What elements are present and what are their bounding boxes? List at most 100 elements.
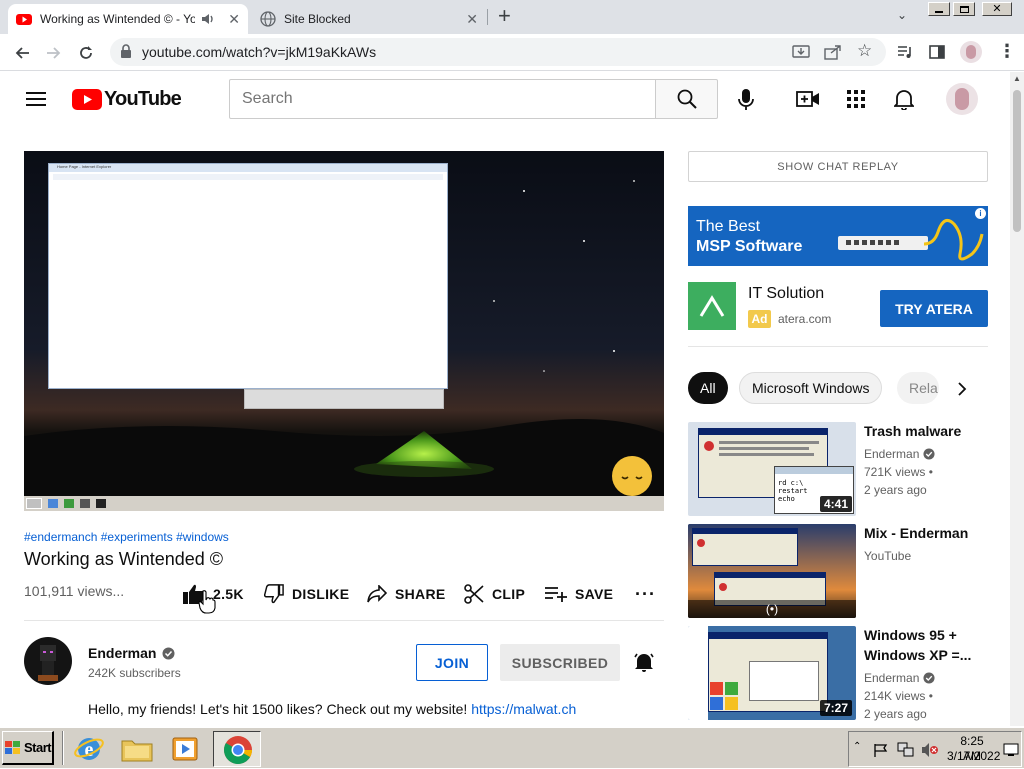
website-link[interactable]: https://malwat.ch (471, 701, 576, 717)
video-title[interactable]: Windows 95 + Windows XP =... (864, 625, 984, 665)
video-title[interactable]: Trash malware (864, 421, 961, 441)
reload-button[interactable] (74, 41, 98, 65)
back-button[interactable] (10, 41, 34, 65)
ad-banner[interactable]: The Best MSP Software i (688, 206, 988, 266)
microphone-icon[interactable] (738, 89, 754, 111)
tab-youtube[interactable]: Working as Wintended © - YouTube ✕ (8, 4, 248, 34)
network-icon[interactable] (897, 742, 915, 758)
volume-muted-icon[interactable] (921, 742, 939, 758)
show-desktop-icon[interactable] (1003, 743, 1019, 757)
close-window-button[interactable]: ✕ (982, 2, 1012, 16)
channel-avatar[interactable] (24, 637, 72, 685)
windows-explorer-icon[interactable] (121, 736, 153, 762)
scrollbar-thumb[interactable] (1013, 90, 1021, 232)
video-channel[interactable]: Enderman (864, 445, 919, 463)
audio-playing-icon[interactable] (201, 12, 215, 26)
scissors-icon (464, 584, 484, 604)
hamburger-menu-icon[interactable] (26, 91, 46, 107)
install-app-icon[interactable] (792, 44, 810, 60)
tab-site-blocked[interactable]: Site Blocked ✕ (252, 4, 486, 34)
ad-info-icon[interactable]: i (975, 208, 986, 219)
video-channel-row: Enderman (864, 669, 935, 687)
close-tab-icon[interactable]: ✕ (228, 11, 240, 28)
apps-grid-icon[interactable] (847, 90, 865, 108)
chrome-taskbar-button[interactable] (213, 731, 261, 767)
media-player-icon[interactable] (171, 735, 199, 763)
divider (688, 346, 988, 347)
subscriber-count: 242K subscribers (88, 666, 181, 680)
show-chat-replay-button[interactable]: SHOW CHAT REPLAY (688, 151, 988, 182)
like-count: 2.5K (213, 586, 244, 602)
view-count[interactable]: 101,911 views... (24, 583, 124, 599)
new-tab-button[interactable]: + (498, 5, 511, 27)
mix-thumbnail[interactable]: (•) (688, 524, 856, 618)
scroll-up-icon[interactable]: ▲ (1013, 74, 1021, 83)
account-avatar[interactable] (946, 83, 978, 115)
video-title[interactable]: Mix - Enderman (864, 523, 968, 543)
create-video-icon[interactable] (796, 90, 820, 108)
dialog-remnant (244, 389, 444, 409)
video-thumbnail[interactable]: rd c:\ restart echo 4:41 (688, 422, 856, 516)
lock-icon[interactable] (120, 44, 132, 58)
chip-all[interactable]: All (688, 372, 728, 404)
forward-button[interactable] (42, 41, 66, 65)
restore-button[interactable] (953, 2, 975, 16)
verified-badge-icon (923, 672, 935, 684)
chip-related[interactable]: Rela (897, 372, 939, 404)
chevron-right-icon[interactable] (957, 382, 967, 396)
thumbnail-dialog (692, 528, 798, 566)
search-button[interactable] (655, 79, 718, 119)
youtube-logo[interactable]: YouTube (72, 88, 182, 111)
dislike-label: DISLIKE (292, 586, 350, 602)
tab-search-chevron-icon[interactable]: ⌄ (897, 8, 907, 22)
internet-explorer-icon[interactable]: e (74, 734, 104, 764)
more-actions-icon[interactable]: ··· (635, 584, 656, 605)
address-bar[interactable]: youtube.com/watch?v=jkM19aKkAWs ☆ (110, 38, 886, 66)
video-thumbnail[interactable]: 7:27 (688, 626, 856, 720)
atera-logo[interactable] (688, 282, 736, 330)
clip-button[interactable]: CLIP (464, 584, 525, 604)
dislike-button[interactable]: DISLIKE (264, 584, 349, 604)
video-age: 2 years ago (864, 707, 927, 721)
join-button[interactable]: JOIN (416, 644, 488, 681)
notification-bell-filled-icon[interactable] (634, 651, 654, 673)
side-panel-icon[interactable] (929, 44, 945, 60)
clock-date[interactable]: 3/17/2022 (947, 749, 1000, 764)
taskbar-separator (62, 731, 64, 765)
close-tab-icon[interactable]: ✕ (466, 11, 478, 28)
page-scrollbar[interactable]: ▲ (1010, 72, 1024, 726)
video-start-button (26, 498, 42, 509)
system-tray: ⌃ 8:25 AM 3/17/2022 (848, 731, 1022, 767)
browser-menu-icon[interactable]: ⋮ (998, 41, 1016, 62)
video-hashtags[interactable]: #endermanch #experiments #windows (24, 530, 229, 544)
video-player[interactable]: Home Page - Internet Explorer (24, 151, 664, 511)
video-channel-row: Enderman (864, 445, 935, 463)
action-center-flag-icon[interactable] (873, 743, 889, 757)
notifications-bell-icon[interactable] (894, 88, 914, 110)
minimize-button[interactable] (928, 2, 950, 16)
search-input[interactable] (230, 80, 655, 118)
bookmark-star-icon[interactable]: ☆ (857, 41, 872, 61)
description-text: Hello, my friends! Let's hit 1500 likes?… (88, 701, 576, 717)
video-views: 214K views • (864, 689, 933, 703)
media-control-icon[interactable] (896, 43, 914, 61)
video-app-icon (80, 499, 90, 508)
save-button[interactable]: SAVE (545, 584, 613, 604)
show-hidden-icons-chevron-icon[interactable]: ⌃ (853, 741, 861, 752)
arrow-right-icon (47, 47, 61, 59)
start-button[interactable]: Start (2, 731, 54, 765)
share-icon[interactable] (824, 44, 842, 60)
share-button[interactable]: SHARE (367, 584, 446, 604)
chip-microsoft-windows[interactable]: Microsoft Windows (739, 372, 883, 404)
ad-title[interactable]: IT Solution (748, 285, 824, 303)
video-channel[interactable]: YouTube (864, 547, 911, 565)
windows-logo-icon (5, 740, 20, 754)
channel-name[interactable]: Enderman (88, 645, 156, 661)
reload-icon (80, 46, 92, 59)
ad-badge: Ad (748, 310, 771, 328)
save-label: SAVE (575, 586, 614, 602)
try-atera-button[interactable]: TRY ATERA (880, 290, 988, 327)
subscribed-button[interactable]: SUBSCRIBED (500, 644, 620, 681)
video-channel[interactable]: Enderman (864, 669, 919, 687)
profile-avatar[interactable] (960, 41, 982, 63)
